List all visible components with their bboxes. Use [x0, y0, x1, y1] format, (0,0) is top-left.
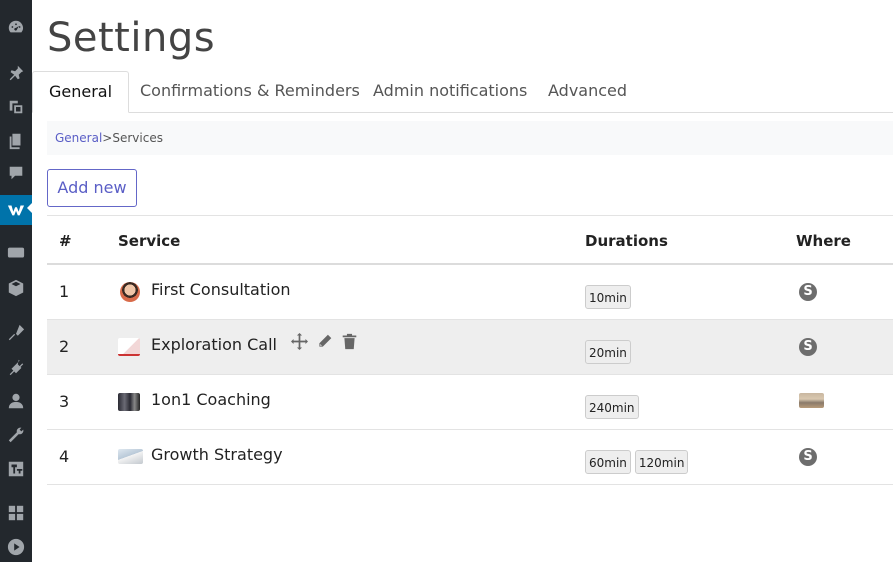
header-num: # — [59, 232, 72, 250]
durations: 240min — [585, 395, 639, 419]
row-actions — [291, 333, 358, 350]
tools-icon[interactable] — [0, 422, 32, 448]
row-number: 2 — [59, 337, 70, 356]
where-location: S — [799, 283, 817, 301]
main-content: Settings General Confirmations & Reminde… — [32, 0, 893, 562]
breadcrumb: General>Services — [47, 121, 893, 155]
woocommerce-icon[interactable] — [0, 240, 32, 266]
service-thumbnail — [118, 338, 140, 356]
settings-tabs: General Confirmations & Reminders Admin … — [32, 71, 893, 113]
products-icon[interactable] — [0, 275, 32, 301]
duration-badge: 120min — [634, 450, 689, 474]
service-name[interactable]: Exploration Call — [151, 335, 277, 354]
admin-sidebar — [0, 0, 32, 562]
duration-badge: 10min — [585, 285, 631, 309]
users-icon[interactable] — [0, 388, 32, 414]
durations: 60min 120min — [585, 450, 689, 474]
skype-icon: S — [799, 448, 817, 466]
booking-plugin-icon[interactable] — [0, 195, 32, 225]
row-number: 4 — [59, 447, 70, 466]
move-icon[interactable] — [291, 333, 308, 350]
pages-icon[interactable] — [0, 128, 32, 154]
durations: 10min — [585, 285, 631, 309]
skype-icon: S — [799, 283, 817, 301]
skype-icon: S — [799, 338, 817, 356]
plugins-icon[interactable] — [0, 354, 32, 380]
breadcrumb-separator: > — [102, 131, 113, 145]
header-durations: Durations — [585, 232, 668, 250]
page-title: Settings — [47, 15, 216, 61]
where-location — [799, 393, 824, 408]
duration-badge: 60min — [585, 450, 631, 474]
grid-icon[interactable] — [0, 500, 32, 526]
edit-pencil-icon[interactable] — [316, 333, 333, 350]
trash-icon[interactable] — [341, 333, 358, 350]
row-number: 1 — [59, 282, 70, 301]
pin-icon[interactable] — [0, 60, 32, 86]
table-header: # Service Durations Where — [47, 215, 893, 265]
duration-badge: 240min — [585, 395, 639, 419]
tab-admin-notifications[interactable]: Admin notifications — [357, 71, 543, 113]
media-icon[interactable] — [0, 94, 32, 120]
service-thumbnail — [118, 449, 143, 464]
tab-general[interactable]: General — [32, 71, 130, 113]
dashboard-icon[interactable] — [0, 14, 32, 40]
table-row[interactable]: 2 Exploration Call 20min S — [47, 320, 893, 375]
duration-badge: 20min — [585, 340, 631, 364]
service-avatar-thumbnail — [120, 282, 140, 302]
tab-confirmations-reminders[interactable]: Confirmations & Reminders — [124, 71, 376, 113]
where-location: S — [799, 338, 817, 356]
header-service: Service — [118, 232, 181, 250]
table-row[interactable]: 4 Growth Strategy 60min 120min S — [47, 430, 893, 485]
service-name[interactable]: 1on1 Coaching — [151, 390, 271, 409]
services-table: # Service Durations Where 1 First Consul… — [47, 215, 893, 485]
play-icon[interactable] — [0, 534, 32, 560]
service-name[interactable]: First Consultation — [151, 280, 291, 299]
where-location: S — [799, 448, 817, 466]
breadcrumb-general-link[interactable]: General — [55, 131, 102, 145]
comments-icon[interactable] — [0, 160, 32, 186]
add-new-button[interactable]: Add new — [47, 169, 137, 207]
row-number: 3 — [59, 392, 70, 411]
appearance-icon[interactable] — [0, 320, 32, 346]
location-photo — [799, 393, 824, 408]
breadcrumb-current: Services — [112, 131, 163, 145]
table-row[interactable]: 1 First Consultation 10min S — [47, 265, 893, 320]
tab-advanced[interactable]: Advanced — [532, 71, 643, 113]
durations: 20min — [585, 340, 631, 364]
service-thumbnail — [118, 393, 140, 411]
service-name[interactable]: Growth Strategy — [151, 445, 283, 464]
settings-icon[interactable] — [0, 456, 32, 482]
table-row[interactable]: 3 1on1 Coaching 240min — [47, 375, 893, 430]
header-where: Where — [796, 232, 851, 250]
